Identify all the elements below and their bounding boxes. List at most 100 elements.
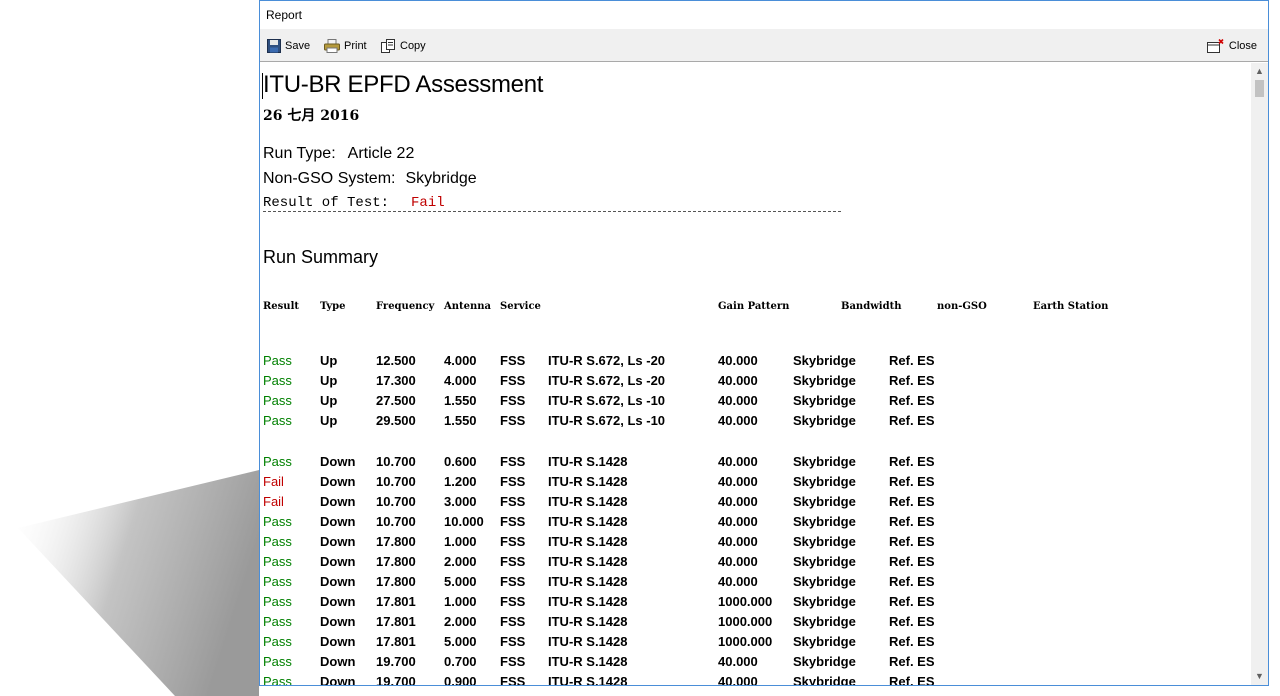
cell-earth: Ref. ES [889,534,935,549]
cell-nongso: Skybridge [793,393,856,408]
table-row: Pass Down 17.800 2.000 FSS ITU-R S.1428 40.000… [261,554,1251,574]
cell-frequency: 17.800 [376,534,416,549]
cell-frequency: 19.700 [376,654,416,669]
cell-frequency: 12.500 [376,353,416,368]
cell-gain: ITU-R S.1428 [548,514,628,529]
scroll-thumb[interactable] [1255,80,1264,97]
cell-result: Pass [263,674,292,685]
cell-gain: ITU-R S.1428 [548,594,628,609]
cell-frequency: 27.500 [376,393,416,408]
cell-nongso: Skybridge [793,594,856,609]
title-bar: Report [260,1,1268,29]
cell-nongso: Skybridge [793,413,856,428]
cell-type: Down [320,474,356,489]
cell-bandwidth: 40.000 [718,674,758,685]
cell-bandwidth: 40.000 [718,393,758,408]
table-row: Fail Down 10.700 3.000 FSS ITU-R S.1428 40.000… [261,494,1251,514]
cell-bandwidth: 40.000 [718,353,758,368]
cell-antenna: 1.550 [444,393,477,408]
cell-bandwidth: 40.000 [718,554,758,569]
cell-result: Fail [263,474,284,489]
cell-antenna: 2.000 [444,614,477,629]
cell-result: Pass [263,393,292,408]
cell-type: Up [320,393,338,408]
cell-bandwidth: 1000.000 [718,594,773,609]
floppy-disk-icon [267,39,281,53]
cell-service: FSS [500,594,526,609]
save-button[interactable]: Save [267,38,310,54]
cell-service: FSS [500,454,526,469]
print-label: Print [344,40,367,52]
cell-gain: ITU-R S.1428 [548,534,628,549]
cell-nongso: Skybridge [793,654,856,669]
cell-frequency: 17.800 [376,554,416,569]
cell-bandwidth: 1000.000 [718,634,773,649]
cell-bandwidth: 40.000 [718,494,758,509]
cell-earth: Ref. ES [889,554,935,569]
table-row: Pass Up 27.500 1.550 FSS ITU-R S.672, Ls -10 4… [261,393,1251,413]
close-button[interactable]: Close [1206,38,1257,54]
cell-bandwidth: 40.000 [718,454,758,469]
cell-result: Pass [263,614,292,629]
cell-type: Down [320,574,356,589]
cell-bandwidth: 40.000 [718,413,758,428]
table-row: Pass Up 17.300 4.000 FSS ITU-R S.672, Ls -20 4… [261,373,1251,393]
run-summary-title: Run Summary [263,247,379,267]
cell-frequency: 29.500 [376,413,416,428]
table-row: Pass Down 17.801 2.000 FSS ITU-R S.1428 1000.0… [261,614,1251,634]
cell-earth: Ref. ES [889,574,935,589]
cell-result: Pass [263,534,292,549]
col-antenna: Antenna [444,301,492,312]
table-row: Pass Down 17.801 5.000 FSS ITU-R S.1428 1000.0… [261,634,1251,654]
cell-frequency: 17.801 [376,634,416,649]
cell-service: FSS [500,534,526,549]
cell-service: FSS [500,373,526,388]
cell-type: Up [320,413,338,428]
window-title: Report [266,8,303,22]
cell-earth: Ref. ES [889,634,935,649]
cell-gain: ITU-R S.672, Ls -20 [548,353,666,368]
cell-service: FSS [500,554,526,569]
print-button[interactable]: Print [324,38,367,54]
report-title: ITU-BR EPFD Assessment [263,71,544,98]
system-label: Non-GSO System: [263,170,396,187]
cell-type: Down [320,514,356,529]
cell-gain: ITU-R S.1428 [548,574,628,589]
scroll-down-icon[interactable]: ▼ [1251,668,1268,685]
toolbar: Save Print Copy Close [260,29,1268,62]
cell-gain: ITU-R S.1428 [548,454,628,469]
cell-nongso: Skybridge [793,494,856,509]
copy-button[interactable]: Copy [381,38,426,54]
cell-service: FSS [500,574,526,589]
vertical-scrollbar[interactable]: ▲ ▼ [1251,63,1268,685]
cell-frequency: 17.801 [376,614,416,629]
cell-type: Down [320,614,356,629]
cell-gain: ITU-R S.1428 [548,494,628,509]
cell-bandwidth: 40.000 [718,534,758,549]
cell-nongso: Skybridge [793,534,856,549]
scroll-up-icon[interactable]: ▲ [1251,63,1268,80]
cell-result: Pass [263,554,292,569]
cell-frequency: 10.700 [376,494,416,509]
cell-earth: Ref. ES [889,393,935,408]
report-content[interactable]: ITU-BR EPFD Assessment 26 七月 2016 Run Ty… [261,63,1251,685]
cell-result: Pass [263,454,292,469]
system-line: Non-GSO System: Skybridge [263,170,477,188]
cell-result: Fail [263,494,284,509]
cell-type: Down [320,674,356,685]
cell-result: Pass [263,353,292,368]
cell-earth: Ref. ES [889,373,935,388]
cell-antenna: 5.000 [444,634,477,649]
col-bandwidth: Bandwidth [841,301,902,312]
col-nongso: non-GSO [937,301,987,312]
table-row: Fail Down 10.700 1.200 FSS ITU-R S.1428 40.000… [261,474,1251,494]
table-row: Pass Down 19.700 0.900 FSS ITU-R S.1428 40.000… [261,674,1251,685]
table-row: Pass Down 10.700 0.600 FSS ITU-R S.1428 40.000… [261,454,1251,474]
cell-antenna: 1.550 [444,413,477,428]
cell-nongso: Skybridge [793,674,856,685]
cell-type: Down [320,634,356,649]
cell-type: Down [320,534,356,549]
cell-type: Up [320,373,338,388]
cell-antenna: 2.000 [444,554,477,569]
cell-gain: ITU-R S.1428 [548,554,628,569]
